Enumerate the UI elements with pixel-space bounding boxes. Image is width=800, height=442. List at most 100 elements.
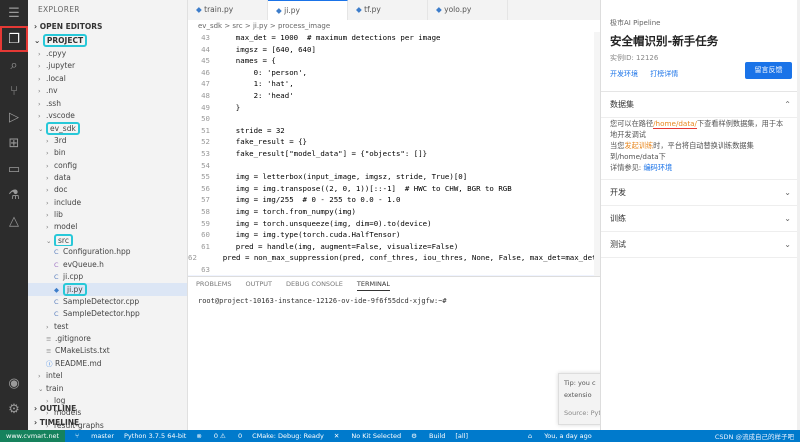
tree-item[interactable]: › .cpyy [28,48,187,60]
tree-item[interactable]: › .ssh [28,98,187,110]
coding-env-link[interactable]: 编码环境 [643,163,672,172]
tree-item[interactable]: › config [28,160,187,172]
python-interpreter[interactable]: Python 3.7.5 64-bit [124,432,186,440]
problems-count[interactable]: ⊗ 0 ⚠ 0 [196,432,242,440]
extensions-icon[interactable]: ⊞ [0,130,28,156]
tree-item[interactable]: › .vscode [28,110,187,122]
timeline-section[interactable]: › TIMELINE [28,416,187,430]
cmake-kit[interactable]: ✕ No Kit Selected [334,432,401,440]
dataset-section-header[interactable]: 数据集 ⌃ [601,92,800,118]
tree-item[interactable]: C SampleDetector.cpp [28,296,187,308]
open-editors-label: OPEN EDITORS [39,22,103,31]
outline-section[interactable]: › OUTLINE [28,402,187,416]
tree-item[interactable]: ⌄ ev_sdk [28,122,187,135]
cmake-icon[interactable]: △ [0,208,28,234]
tree-item-label: test [54,321,69,331]
tree-item[interactable]: › bin [28,147,187,159]
tree-item[interactable]: ⓘ README.md [28,358,187,370]
tree-item[interactable]: › .nv [28,85,187,97]
account-icon[interactable]: ◉ [0,370,28,396]
code-text: img = img.transpose((2, 0, 1))[::-1] # H… [218,183,512,193]
editor-tab[interactable]: ◆ train.py [188,0,268,20]
build-button[interactable]: ⚙ Build [411,432,445,440]
tip-notification[interactable]: Tip: you c extensio Source: Pytho [558,373,600,425]
remote-host[interactable]: www.cvmart.net [0,430,66,442]
cmake-status[interactable]: CMake: Debug: Ready [252,432,324,440]
code-line: 45 names = { [188,55,600,67]
testing-icon[interactable]: ⚗ [0,182,28,208]
dataset-text-2a: 当您 [610,141,625,150]
tree-item[interactable]: › lib [28,209,187,221]
tree-item-label: ev_sdk [46,122,80,135]
gear-icon[interactable]: ⚙ [0,396,28,422]
editor-tab[interactable]: ◆ tf.py [348,0,428,20]
panel-tab[interactable]: PROBLEMS [196,277,231,291]
code-editor[interactable]: 43 max_det = 1000 # maximum detections p… [188,32,600,276]
tree-item[interactable]: ⌄ src [28,233,187,247]
tree-item[interactable]: C Configuration.hpp [28,246,187,258]
tree-item[interactable]: ⌄ train [28,383,187,395]
feedback-button[interactable]: 留言反馈 [745,62,792,79]
start-training-text: 发起训练 [624,141,654,150]
git-branch[interactable]: ⑂ master [75,432,114,440]
editor-tab[interactable]: ◆ ji.py [268,0,348,20]
activity-bottom: ◉ ⚙ [0,370,28,422]
file-icon: ◆ [54,286,59,295]
run-debug-icon[interactable]: ▷ [0,104,28,130]
blame-info[interactable]: ⌂ You, a day ago [528,432,592,440]
line-number: 52 [201,137,210,147]
line-number: 45 [201,56,210,66]
code-line: 56 img = img.transpose((2, 0, 1))[::-1] … [188,183,600,195]
tree-item[interactable]: › intel [28,370,187,382]
tree-item[interactable]: › .jupyter [28,60,187,72]
source-control-icon[interactable]: ⑂ [0,78,28,104]
tree-item-label: 3rd [54,135,67,145]
panel-tab[interactable]: TERMINAL [356,277,390,291]
tree-item[interactable]: C SampleDetector.hpp [28,308,187,320]
tree-item[interactable]: › doc [28,184,187,196]
panel-tab[interactable]: DEBUG CONSOLE [286,277,343,291]
line-number: 54 [201,160,210,170]
error-count: 0 [213,432,218,440]
chevron-right-icon: › [38,62,41,71]
file-icon: C [54,310,59,319]
explorer-icon[interactable]: ❐ [0,26,28,52]
line-number: 62 [188,253,197,263]
dev-env-link[interactable]: 开发环境 [610,70,638,78]
tree-item[interactable]: ≡ CMakeLists.txt [28,345,187,357]
train-section-header[interactable]: 训练 ⌄ [601,206,800,232]
warning-count: 0 [237,432,243,440]
test-section-header[interactable]: 测试 ⌄ [601,232,800,258]
terminal-prompt[interactable]: root@project-10163-instance-12126-ov-ide… [188,291,600,311]
menu-icon[interactable]: ☰ [0,0,28,26]
editor-tab[interactable]: ◆ yolo.py [428,0,508,20]
chevron-down-icon: ⌄ [784,214,791,223]
project-section[interactable]: ⌄ PROJECT [28,34,187,48]
code-line: 54 [188,160,600,172]
code-line: 57 img = img/255 # 0 - 255 to 0.0 - 1.0 [188,194,600,206]
tree-item[interactable]: › model [28,221,187,233]
tree-item[interactable]: ≡ .gitignore [28,333,187,345]
tree-item[interactable]: ◆ ji.py [28,283,187,296]
tree-item[interactable]: › 3rd [28,135,187,147]
tree-item[interactable]: Cji.cpp [28,271,187,283]
tree-item[interactable]: › data [28,172,187,184]
dev-section-header[interactable]: 开发 ⌄ [601,180,800,206]
editor-area: ◆ train.py ◆ ji.py ◆ tf.py ◆ yolo.py ev_sdk… [188,0,600,430]
build-target[interactable]: [all] [455,432,468,440]
breadcrumb[interactable]: ev_sdk > src > ji.py > process_image [188,20,600,32]
search-icon[interactable]: ⌕ [0,52,28,78]
tree-item[interactable]: › include [28,197,187,209]
tree-item-label: intel [46,371,63,381]
leaderboard-link[interactable]: 打榜详情 [650,70,678,78]
panel-tab[interactable]: OUTPUT [245,277,272,291]
tree-item[interactable]: › .local [28,73,187,85]
python-file-icon: ◆ [196,5,205,14]
remote-explorer-icon[interactable]: ▭ [0,156,28,182]
code-line: 53 fake_result["model_data"] = {"objects… [188,148,600,160]
tree-item[interactable]: CevQueue.h [28,259,187,271]
tree-item[interactable]: › test [28,321,187,333]
tip-text-line1: Tip: you c [564,379,596,387]
open-editors-section[interactable]: › OPEN EDITORS [28,20,187,34]
tree-item-label: Configuration.hpp [63,247,131,257]
